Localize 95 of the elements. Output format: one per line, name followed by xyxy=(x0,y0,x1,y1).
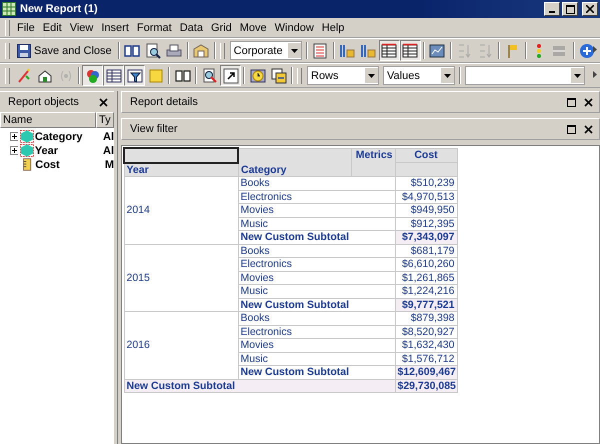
close-button[interactable] xyxy=(99,98,108,106)
table-cell: 2015 xyxy=(124,244,238,312)
grid-icon xyxy=(2,2,16,16)
toolbar-dropdown[interactable] xyxy=(465,66,585,85)
table-cell: Books xyxy=(238,176,395,190)
caret-icon xyxy=(290,48,298,52)
object-name[interactable]: Cost xyxy=(35,158,104,170)
close-icon[interactable] xyxy=(584,98,593,106)
column-header[interactable]: Name xyxy=(0,112,96,128)
table-cell: $6,610,260 xyxy=(395,258,457,271)
panel-bar[interactable]: View filter xyxy=(121,118,600,140)
close-icon xyxy=(99,98,108,106)
expand-icon[interactable] xyxy=(10,146,18,155)
maximize-button[interactable] xyxy=(562,2,578,16)
panel-bar[interactable]: Report details xyxy=(121,91,600,113)
table-icon[interactable] xyxy=(378,40,400,61)
panel-title: View filter xyxy=(130,123,178,135)
panel-title: Report objects xyxy=(8,96,79,108)
table-cell: $879,398 xyxy=(395,312,457,325)
table-cell: 2016 xyxy=(124,312,238,379)
table-cell: $4,970,513 xyxy=(395,190,457,204)
minimize-button[interactable] xyxy=(544,2,560,16)
menu-item[interactable]: Format xyxy=(132,22,176,34)
header-cell: Category xyxy=(238,148,351,176)
menu-item[interactable]: Edit xyxy=(38,22,66,34)
attribute-icon xyxy=(20,129,34,144)
table-cell: $1,632,430 xyxy=(395,338,457,352)
table-cell: $1,261,865 xyxy=(395,271,457,284)
table-cell: Music xyxy=(238,352,395,366)
table-cell: Electronics xyxy=(238,190,395,204)
save-button[interactable]: Save and Close xyxy=(13,40,116,61)
table-cell: Music xyxy=(238,217,395,230)
maximize-icon[interactable] xyxy=(567,124,576,134)
subtotal-cell: $12,609,467 xyxy=(395,366,457,379)
expand-icon[interactable] xyxy=(10,132,18,141)
arrow-icon[interactable] xyxy=(220,65,241,86)
subtotal-cell: New Custom Subtotal xyxy=(238,366,395,379)
column-header[interactable]: Ty xyxy=(96,112,114,128)
object-type: Al xyxy=(103,144,114,156)
table-cell: Movies xyxy=(238,271,395,284)
table-cell: Books xyxy=(238,312,395,325)
object-type: M xyxy=(104,158,114,170)
toolbar-dropdown[interactable]: Values xyxy=(383,66,455,85)
caret-icon xyxy=(368,74,375,78)
table-cell: $949,950 xyxy=(395,204,457,217)
table-cell: Electronics xyxy=(238,258,395,271)
table-cell: $8,520,927 xyxy=(395,325,457,338)
table-cell: Electronics xyxy=(238,325,395,338)
table-cell: 2014 xyxy=(124,176,238,244)
menu-item[interactable]: Help xyxy=(318,22,348,34)
caret-icon xyxy=(444,74,451,78)
table-icon[interactable] xyxy=(400,40,421,61)
menu-item[interactable]: Data xyxy=(176,22,207,34)
total-cell: $29,730,085 xyxy=(395,379,457,392)
subtotal-cell: $7,343,097 xyxy=(395,230,457,244)
table-cell: $510,239 xyxy=(395,176,457,190)
table-cell: Music xyxy=(238,284,395,298)
table-cell: Movies xyxy=(238,204,395,217)
panel-title: Report details xyxy=(130,96,198,108)
table-cell: $1,576,712 xyxy=(395,352,457,366)
table-cell: $681,179 xyxy=(395,244,457,258)
caret-icon xyxy=(574,74,581,78)
maximize-icon xyxy=(566,4,574,14)
menu-item[interactable]: Move xyxy=(236,22,271,34)
object-type: Al xyxy=(103,130,114,142)
overflow-icon[interactable] xyxy=(593,71,597,78)
window-title: New Report (1) xyxy=(20,3,99,15)
menu-item[interactable]: Window xyxy=(270,22,318,34)
attribute-icon xyxy=(20,143,34,158)
total-cell: New Custom Subtotal xyxy=(124,379,395,392)
table-icon[interactable] xyxy=(103,65,124,86)
menu-item[interactable]: File xyxy=(13,22,39,34)
maximize-icon[interactable] xyxy=(567,98,576,106)
toolbar-dropdown[interactable]: Rows xyxy=(307,66,379,85)
menu-item[interactable]: Grid xyxy=(206,22,236,34)
table-cell: $1,224,216 xyxy=(395,284,457,298)
object-name[interactable]: Year xyxy=(34,144,102,156)
header-cell: Metrics xyxy=(351,148,395,176)
subtotal-cell: $9,777,521 xyxy=(395,298,457,312)
table-cell: $912,395 xyxy=(395,217,457,230)
close-icon xyxy=(586,5,594,13)
template-dropdown[interactable]: Corporate xyxy=(230,41,302,60)
save-icon xyxy=(17,44,31,58)
filter-icon[interactable] xyxy=(124,65,145,86)
subtotal-cell: New Custom Subtotal xyxy=(238,298,395,312)
menu-item[interactable]: View xyxy=(66,22,98,34)
circles-icon[interactable] xyxy=(82,65,103,86)
close-icon[interactable] xyxy=(584,124,593,134)
corner-cell[interactable] xyxy=(124,148,238,162)
menu-item[interactable]: Insert xyxy=(97,22,133,34)
header-cell: Cost xyxy=(395,148,457,162)
table-cell: Books xyxy=(238,244,395,258)
subtotal-cell: New Custom Subtotal xyxy=(238,230,395,244)
object-name[interactable]: Category xyxy=(34,130,102,142)
table-cell: Movies xyxy=(238,338,395,352)
